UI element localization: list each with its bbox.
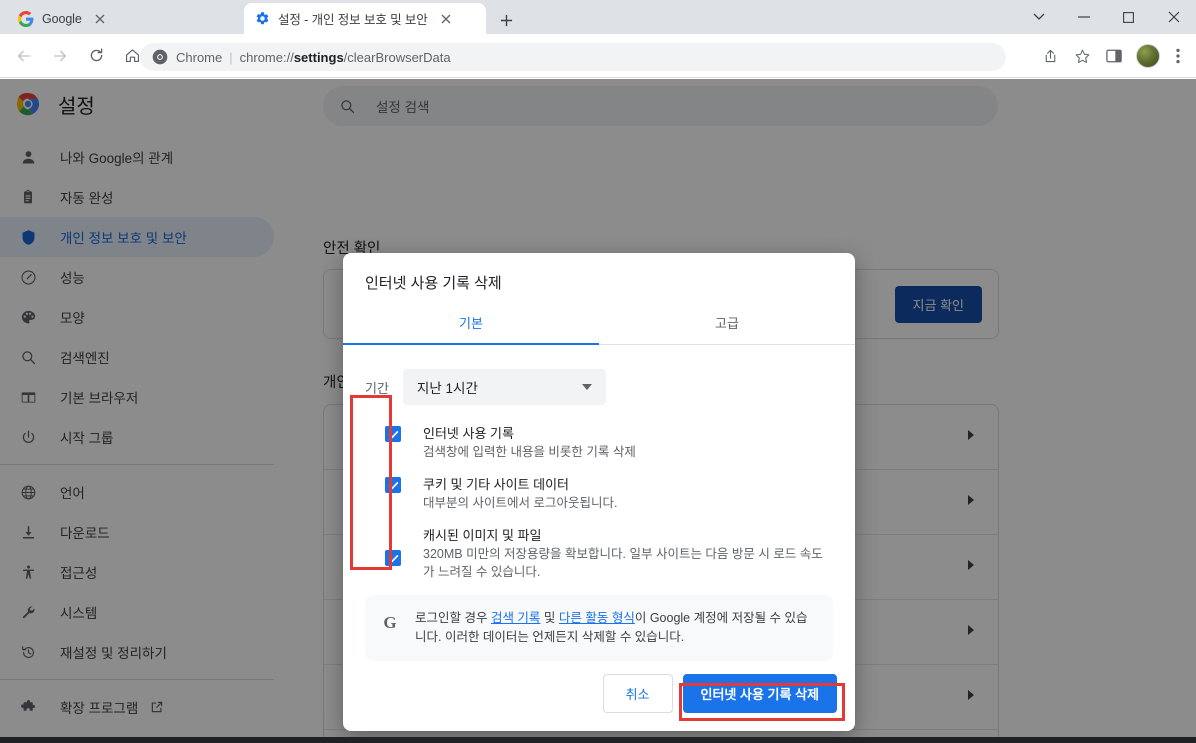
option-row-cookies[interactable]: 쿠키 및 기타 사이트 데이터 대부분의 사이트에서 로그아웃됩니다.: [343, 474, 855, 512]
scheme-label: Chrome: [176, 49, 223, 65]
avatar[interactable]: [1136, 44, 1160, 68]
checkbox-browsing-history[interactable]: [385, 426, 401, 442]
option-title: 쿠키 및 기타 사이트 데이터: [423, 477, 570, 493]
dialog-title: 인터넷 사용 기록 삭제: [365, 275, 502, 292]
clear-data-button[interactable]: 인터넷 사용 기록 삭제: [682, 674, 837, 713]
google-note-text: 로그인할 경우 검색 기록 및 다른 활동 형식이 Google 계정에 저장될…: [415, 609, 817, 648]
browser-tab-settings[interactable]: 설정 - 개인 정보 보호 및 보안: [244, 3, 486, 34]
option-description: 대부분의 사이트에서 로그아웃됩니다.: [423, 496, 618, 511]
chrome-logo-icon: [152, 49, 168, 65]
share-icon[interactable]: [1036, 42, 1064, 70]
window-controls: [1016, 0, 1196, 34]
dialog-tabs: 기본 고급: [343, 307, 855, 345]
url-text: chrome://settings/clearBrowserData: [239, 49, 451, 65]
close-window-button[interactable]: [1151, 1, 1196, 33]
three-dot-menu-icon[interactable]: [1164, 42, 1192, 70]
option-row-cached-images[interactable]: 캐시된 이미지 및 파일 320MB 미만의 저장용량을 확보합니다. 일부 사…: [343, 525, 855, 581]
tab-search-button[interactable]: [1016, 1, 1061, 33]
browser-tab-google[interactable]: Google: [8, 3, 238, 34]
tab-basic[interactable]: 기본: [343, 307, 599, 344]
tab-title: Google: [42, 11, 82, 26]
note-text-2: 및: [540, 610, 559, 625]
close-icon[interactable]: [92, 11, 108, 27]
browser-toolbar: Chrome | chrome://settings/clearBrowserD…: [0, 34, 1196, 78]
note-text-1: 로그인할 경우: [415, 610, 491, 625]
reload-icon[interactable]: [82, 42, 110, 70]
tab-advanced[interactable]: 고급: [599, 307, 855, 344]
chevron-down-icon: [581, 384, 592, 390]
option-title: 캐시된 이미지 및 파일: [423, 528, 542, 544]
data-type-options: 인터넷 사용 기록 검색창에 입력한 내용을 비롯한 기록 삭제 쿠키 및 기타…: [343, 423, 855, 582]
option-description: 검색창에 입력한 내용을 비롯한 기록 삭제: [423, 445, 636, 459]
google-g-icon: G: [383, 612, 397, 632]
star-icon[interactable]: [1068, 42, 1096, 70]
tab-strip: Google 설정 - 개인 정보 보호 및 보안: [0, 0, 1196, 34]
gear-icon: [254, 11, 270, 27]
tab-active-indicator: [343, 343, 599, 345]
link-search-history[interactable]: 검색 기록: [491, 611, 540, 625]
google-account-note: G 로그인할 경우 검색 기록 및 다른 활동 형식이 Google 계정에 저…: [365, 594, 833, 662]
omnibox-separator: |: [229, 49, 233, 65]
option-description: 320MB 미만의 저장용량을 확보합니다. 일부 사이트는 다음 방문 시 로…: [423, 547, 823, 580]
tab-title: 설정 - 개인 정보 보호 및 보안: [278, 13, 428, 27]
option-row-browsing-history[interactable]: 인터넷 사용 기록 검색창에 입력한 내용을 비롯한 기록 삭제: [343, 423, 855, 461]
checkbox-cached-images[interactable]: [385, 550, 401, 567]
minimize-button[interactable]: [1061, 1, 1106, 33]
browser-window: Google 설정 - 개인 정보 보호 및 보안 Chrome | chrom…: [0, 0, 1196, 743]
toolbar-actions: [1032, 42, 1192, 70]
dialog-actions: 취소 인터넷 사용 기록 삭제: [602, 674, 837, 713]
close-icon[interactable]: [438, 11, 454, 27]
forward-arrow-icon[interactable]: [46, 42, 74, 70]
link-other-activity[interactable]: 다른 활동 형식: [559, 611, 635, 625]
side-panel-icon[interactable]: [1100, 42, 1128, 70]
cancel-button[interactable]: 취소: [602, 674, 673, 713]
address-bar[interactable]: Chrome | chrome://settings/clearBrowserD…: [140, 43, 1006, 71]
checkbox-cookies[interactable]: [385, 477, 401, 494]
clear-browsing-data-dialog: 인터넷 사용 기록 삭제 기본 고급 기간 지난 1시간 인터넷 사용 기록 검…: [343, 253, 855, 731]
new-tab-button[interactable]: [494, 8, 518, 32]
google-icon: [18, 10, 34, 27]
back-arrow-icon[interactable]: [10, 42, 38, 70]
bottom-strip: [0, 737, 1196, 743]
time-range-group: 기간 지난 1시간: [365, 369, 855, 405]
time-range-value: 지난 1시간: [416, 381, 478, 396]
time-range-label: 기간: [365, 380, 389, 396]
time-range-select[interactable]: 지난 1시간: [402, 369, 606, 405]
maximize-button[interactable]: [1106, 1, 1151, 33]
option-title: 인터넷 사용 기록: [423, 426, 514, 441]
